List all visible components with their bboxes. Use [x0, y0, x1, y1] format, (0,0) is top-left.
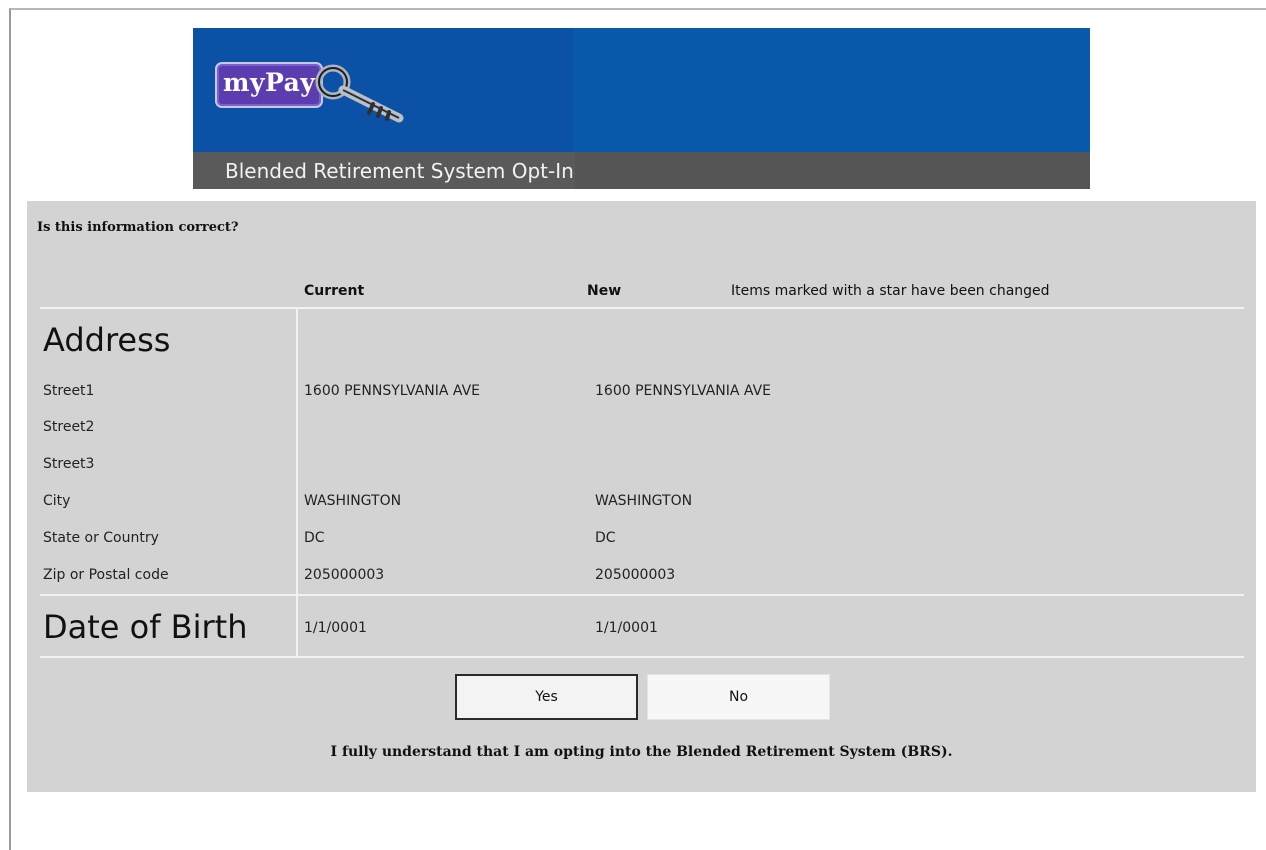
divider	[40, 307, 1244, 309]
yes-button[interactable]: Yes	[455, 674, 638, 720]
row-label-zip: Zip or Postal code	[43, 567, 169, 583]
new-state: DC	[595, 530, 616, 546]
page-title: Blended Retirement System Opt-In	[225, 159, 574, 183]
yes-button-label: Yes	[535, 689, 558, 705]
logo-text: myPay	[223, 68, 316, 97]
current-street1: 1600 PENNSYLVANIA AVE	[304, 383, 481, 399]
column-header-current: Current	[304, 283, 365, 299]
section-title-address: Address	[43, 321, 171, 359]
no-button[interactable]: No	[647, 674, 830, 720]
row-label-state: State or Country	[43, 530, 159, 546]
current-state: DC	[304, 530, 325, 546]
mypay-logo[interactable]: myPay	[215, 62, 323, 108]
section-title-dob: Date of Birth	[43, 608, 248, 646]
column-divider	[296, 309, 298, 657]
row-label-city: City	[43, 493, 71, 509]
new-city: WASHINGTON	[595, 493, 693, 509]
subtitle-bar: Blended Retirement System Opt-In	[193, 152, 1090, 189]
new-dob: 1/1/0001	[595, 620, 658, 636]
question-text: Is this information correct?	[37, 220, 239, 235]
divider	[40, 594, 1244, 596]
confirmation-panel: Is this information correct? Current New…	[27, 201, 1256, 792]
current-city: WASHINGTON	[304, 493, 402, 509]
column-header-new: New	[587, 283, 622, 299]
header-banner: myPay	[193, 28, 1090, 152]
row-label-street2: Street2	[43, 419, 95, 435]
banner-panel	[573, 28, 1090, 152]
current-dob: 1/1/0001	[304, 620, 367, 636]
no-button-label: No	[728, 689, 749, 705]
current-zip: 205000003	[304, 567, 385, 583]
row-label-street3: Street3	[43, 456, 95, 472]
key-icon	[315, 64, 404, 123]
changed-items-note: Items marked with a star have been chang…	[731, 283, 1050, 299]
divider	[40, 656, 1244, 658]
new-street1: 1600 PENNSYLVANIA AVE	[595, 383, 772, 399]
row-label-street1: Street1	[43, 383, 95, 399]
new-zip: 205000003	[595, 567, 676, 583]
opt-in-confirmation-text: I fully understand that I am opting into…	[330, 744, 953, 760]
